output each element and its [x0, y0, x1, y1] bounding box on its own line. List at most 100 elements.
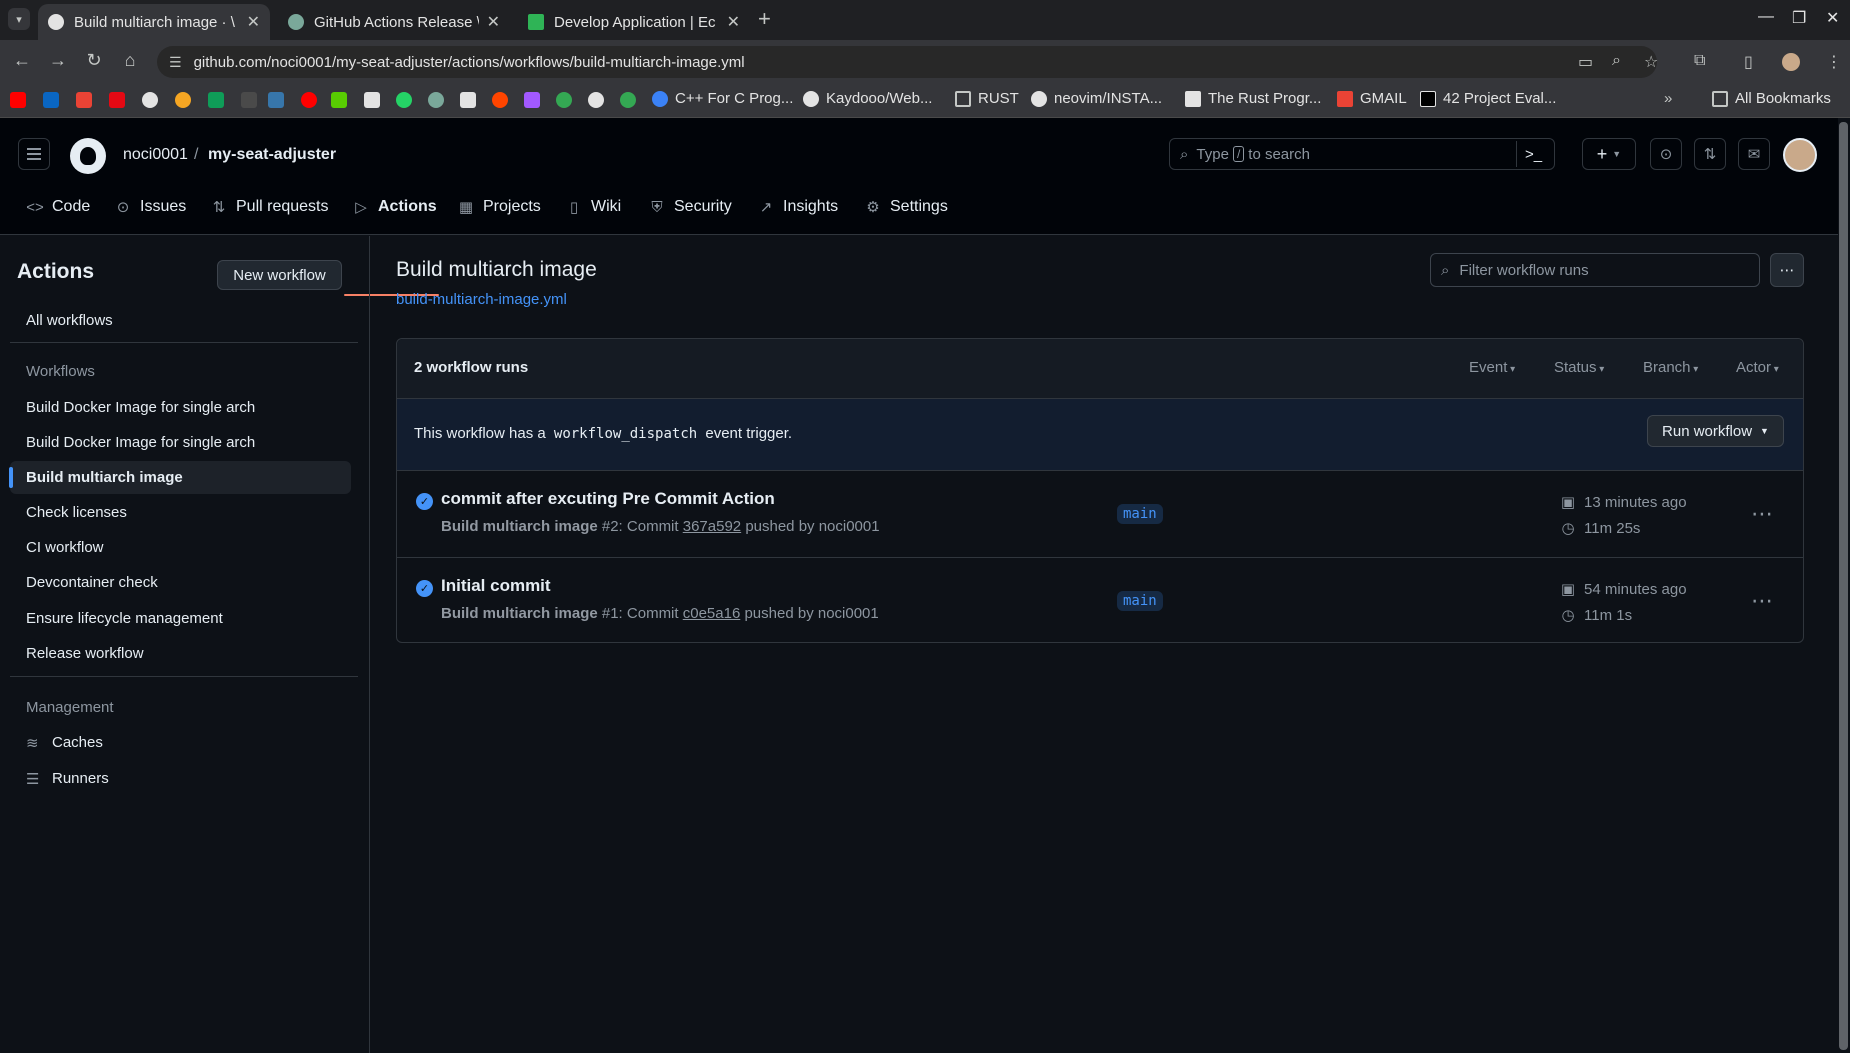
chatgpt-bookmark-icon[interactable] — [428, 92, 444, 108]
inbox-icon[interactable]: ✉ — [1738, 138, 1770, 170]
site-info-icon[interactable]: ☰ — [169, 54, 182, 71]
run-title[interactable]: commit after excuting Pre Commit Action — [441, 489, 775, 509]
back-icon[interactable]: ← — [10, 50, 34, 71]
more-options-button[interactable]: ⋯ — [1770, 253, 1804, 287]
close-window-icon[interactable]: ✕ — [1826, 8, 1839, 28]
close-tab-icon[interactable]: ✕ — [247, 12, 260, 32]
run-workflow-button[interactable]: Run workflow ▼ — [1647, 415, 1784, 447]
bookmark-icon[interactable] — [175, 92, 191, 108]
status-filter-dropdown[interactable]: Status — [1554, 359, 1604, 376]
browser-tab-active[interactable]: Build multiarch image · \ ✕ — [38, 4, 270, 40]
hamburger-menu-icon[interactable] — [18, 138, 50, 170]
sidebar-item-workflow[interactable]: Build Docker Image for single arch — [10, 391, 351, 424]
tab-insights[interactable]: ↗ Insights — [757, 198, 838, 216]
bookmark-rust-folder[interactable]: RUST — [955, 90, 1019, 107]
repo-name-link[interactable]: my-seat-adjuster — [208, 146, 336, 164]
actor-filter-dropdown[interactable]: Actor — [1736, 359, 1779, 376]
terminal-bookmark-icon[interactable] — [241, 92, 257, 108]
python-bookmark-icon[interactable] — [268, 92, 284, 108]
close-tab-icon[interactable]: ✕ — [487, 12, 500, 32]
sidebar-item-workflow[interactable]: CI workflow — [10, 531, 351, 564]
extensions-icon[interactable]: ⧉ — [1694, 52, 1705, 70]
event-filter-dropdown[interactable]: Event — [1469, 359, 1515, 376]
page-scrollbar[interactable] — [1839, 122, 1848, 1050]
sidebar-item-caches[interactable]: ≋ Caches — [10, 726, 351, 759]
commit-sha-link[interactable]: 367a592 — [683, 518, 741, 535]
linkedin-bookmark-icon[interactable] — [43, 92, 59, 108]
netflix-bookmark-icon[interactable] — [109, 92, 125, 108]
branch-label[interactable]: main — [1117, 504, 1163, 524]
zoom-icon[interactable]: ⌕ — [1612, 52, 1621, 70]
tab-actions[interactable]: ▷ Actions — [352, 198, 436, 216]
address-bar[interactable]: ☰ github.com/noci0001/my-seat-adjuster/a… — [157, 46, 1657, 78]
repo-owner-link[interactable]: noci0001 — [123, 146, 188, 164]
filter-runs-input[interactable]: ⌕ Filter workflow runs — [1430, 253, 1760, 287]
run-options-icon[interactable]: ⋯ — [1742, 501, 1782, 527]
all-bookmarks[interactable]: All Bookmarks — [1712, 90, 1831, 107]
pull-requests-icon[interactable]: ⇅ — [1694, 138, 1726, 170]
tab-projects[interactable]: ▦ Projects — [457, 198, 541, 216]
workflow-run-row[interactable]: ✓ Initial commit Build multiarch image #… — [397, 558, 1803, 645]
duolingo-bookmark-icon[interactable] — [331, 92, 347, 108]
run-title[interactable]: Initial commit — [441, 576, 551, 596]
bookmark-rust-book[interactable]: The Rust Progr... — [1185, 90, 1321, 107]
sidebar-item-workflow[interactable]: Build Docker Image for single arch — [10, 426, 351, 459]
tab-code[interactable]: <> Code — [26, 198, 90, 216]
workflow-run-row[interactable]: ✓ commit after excuting Pre Commit Actio… — [397, 471, 1803, 558]
bookmark-neovim[interactable]: neovim/INSTA... — [1031, 90, 1162, 107]
youtube-music-bookmark-icon[interactable] — [301, 92, 317, 108]
sidebar-item-workflow[interactable]: Check licenses — [10, 496, 351, 529]
tab-settings[interactable]: ⚙ Settings — [864, 198, 948, 216]
minimize-icon[interactable]: — — [1758, 8, 1774, 26]
tab-search-icon[interactable]: ▾ — [8, 8, 30, 30]
create-new-button[interactable]: + ▼ — [1582, 138, 1636, 170]
new-workflow-button[interactable]: New workflow — [217, 260, 342, 290]
branch-label[interactable]: main — [1117, 591, 1163, 611]
tab-pull-requests[interactable]: ⇅ Pull requests — [210, 198, 329, 216]
new-tab-icon[interactable]: + — [758, 6, 771, 32]
sidebar-item-workflow-selected[interactable]: Build multiarch image — [9, 461, 351, 494]
bookmark-42[interactable]: 42 Project Eval... — [1420, 90, 1556, 107]
branch-filter-dropdown[interactable]: Branch — [1643, 359, 1698, 376]
bookmark-star-icon[interactable]: ☆ — [1644, 52, 1658, 72]
more-bookmarks-icon[interactable]: » — [1664, 90, 1672, 107]
sidebar-item-workflow[interactable]: Release workflow — [10, 637, 351, 670]
forward-icon[interactable]: → — [46, 50, 70, 71]
youtube-bookmark-icon[interactable] — [10, 92, 26, 108]
command-palette-icon[interactable]: >_ — [1516, 141, 1550, 167]
maps-bookmark-icon[interactable] — [620, 92, 636, 108]
profile-avatar[interactable] — [1782, 53, 1800, 71]
maps-bookmark-icon[interactable] — [556, 92, 572, 108]
tab-wiki[interactable]: ▯ Wiki — [565, 198, 621, 216]
browser-tab[interactable]: Develop Application | Ec ✕ — [518, 4, 750, 40]
notion-bookmark-icon[interactable] — [460, 92, 476, 108]
bookmark-kaydooo[interactable]: Kaydooo/Web... — [803, 90, 932, 107]
amazon-bookmark-icon[interactable] — [364, 92, 380, 108]
home-icon[interactable]: ⌂ — [118, 50, 142, 71]
tab-security[interactable]: ⛨ Security — [648, 198, 731, 216]
reddit-bookmark-icon[interactable] — [492, 92, 508, 108]
reload-icon[interactable]: ↻ — [82, 50, 106, 71]
sidebar-item-all-workflows[interactable]: All workflows — [10, 304, 351, 337]
sidebar-item-runners[interactable]: ☰ Runners — [10, 762, 351, 795]
maximize-icon[interactable]: ❐ — [1792, 8, 1806, 28]
workflow-file-link[interactable]: build-multiarch-image.yml — [396, 291, 567, 308]
whatsapp-bookmark-icon[interactable] — [396, 92, 412, 108]
sheets-bookmark-icon[interactable] — [208, 92, 224, 108]
cast-icon[interactable]: ▭ — [1578, 52, 1593, 72]
tab-issues[interactable]: ⊙ Issues — [114, 198, 187, 216]
search-input[interactable]: ⌕ Type / to search >_ — [1169, 138, 1555, 170]
commit-sha-link[interactable]: c0e5a16 — [683, 605, 741, 622]
browser-tab[interactable]: GitHub Actions Release \ ✕ — [278, 4, 510, 40]
github-logo-icon[interactable] — [70, 138, 106, 174]
gmail-bookmark-icon[interactable] — [76, 92, 92, 108]
side-panel-icon[interactable]: ▯ — [1744, 52, 1753, 72]
issues-icon[interactable]: ⊙ — [1650, 138, 1682, 170]
bookmark-cpp[interactable]: C++ For C Prog... — [652, 90, 793, 107]
sidebar-item-workflow[interactable]: Devcontainer check — [10, 566, 351, 599]
github-bookmark-icon[interactable] — [142, 92, 158, 108]
close-tab-icon[interactable]: ✕ — [727, 12, 740, 32]
bookmark-gmail[interactable]: GMAIL — [1337, 90, 1407, 107]
github-bookmark-icon[interactable] — [588, 92, 604, 108]
user-avatar[interactable] — [1783, 138, 1817, 172]
